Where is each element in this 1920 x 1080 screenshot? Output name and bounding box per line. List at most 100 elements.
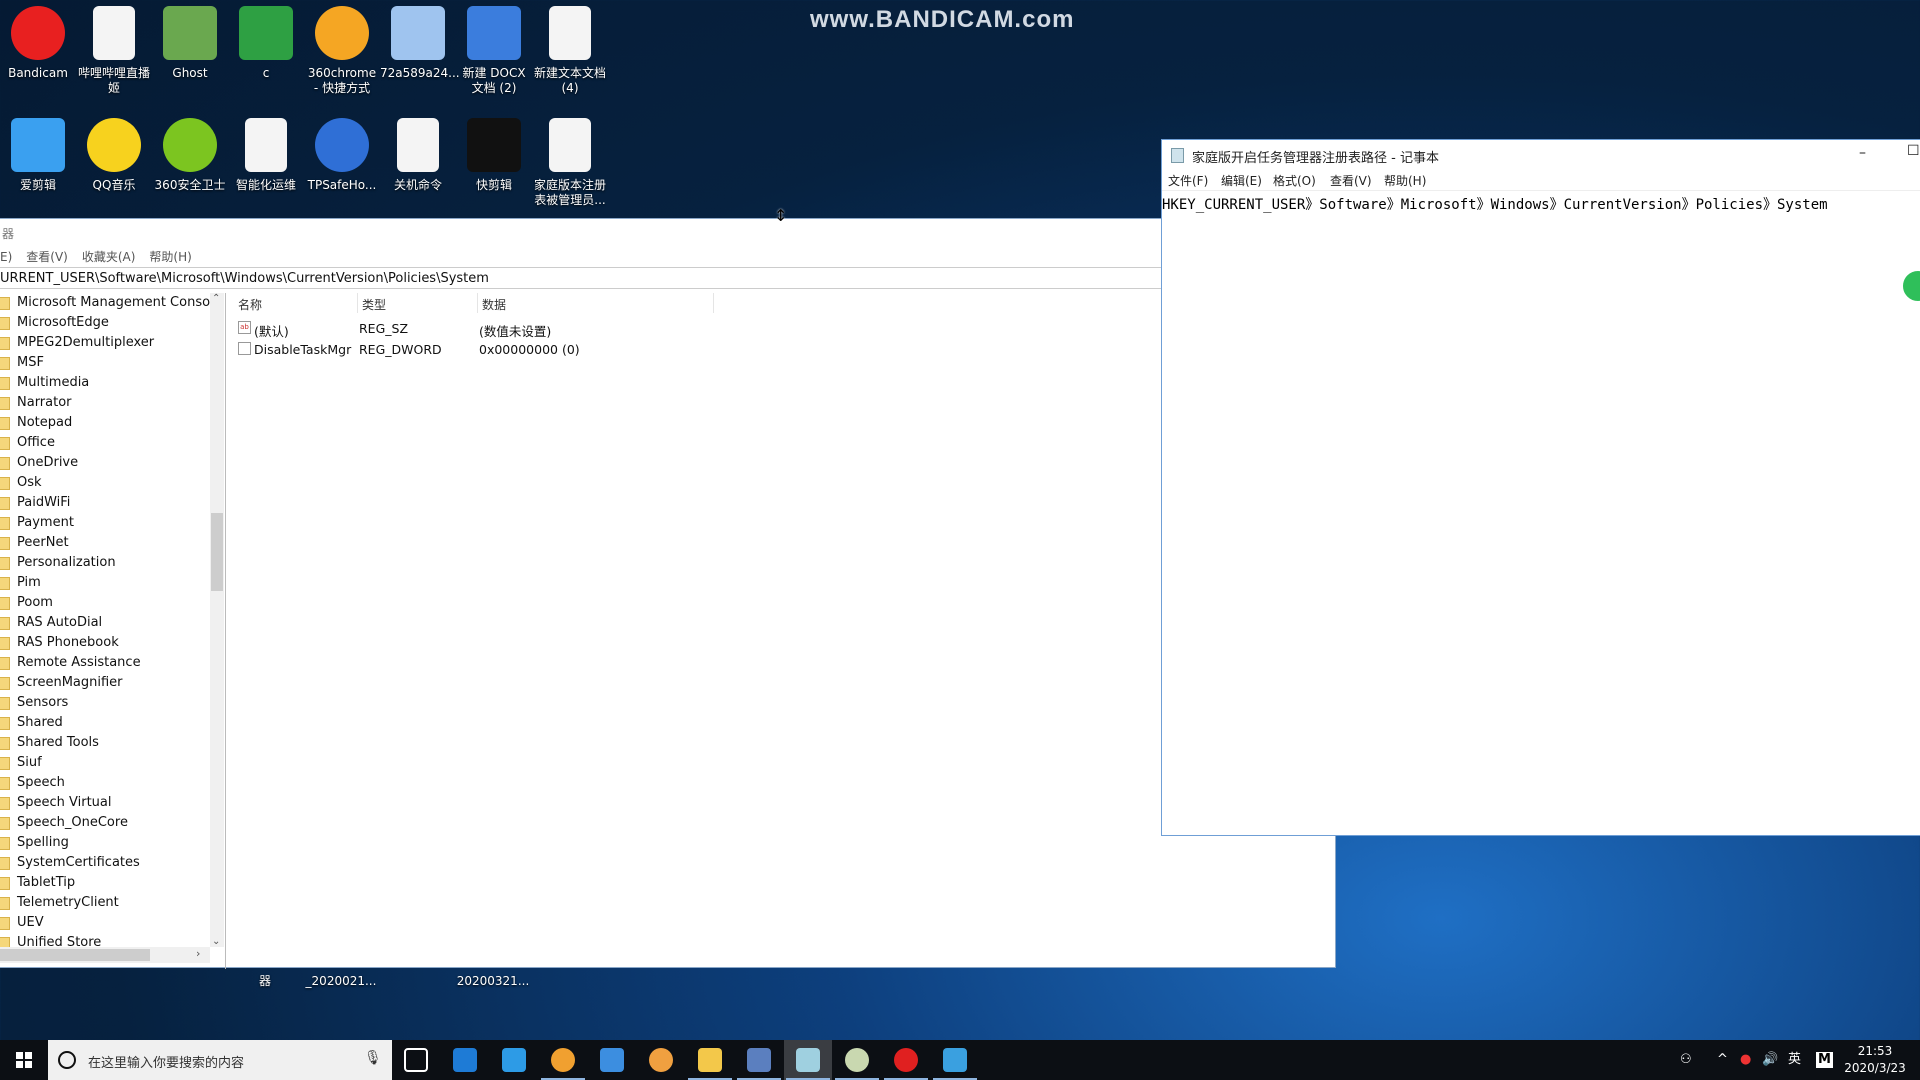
desktop-icon[interactable]: 360安全卫士 [152, 118, 228, 193]
tree-vertical-scrollbar[interactable]: ⌃ ⌄ [210, 293, 224, 947]
tree-key[interactable]: Siuf [0, 753, 42, 773]
tree-key[interactable]: MSF [0, 353, 44, 373]
taskbar-app-button[interactable] [784, 1040, 832, 1080]
input-language[interactable]: 英 [1788, 1040, 1801, 1080]
tree-key[interactable]: Shared [0, 713, 63, 733]
tree-key[interactable]: PeerNet [0, 533, 69, 553]
column-data[interactable]: 数据 [478, 293, 714, 313]
desktop-icon[interactable]: 智能化运维 [228, 118, 304, 193]
desktop-icon[interactable]: 新建 DOCX 文档 (2) [456, 6, 532, 96]
tree-key[interactable]: TelemetryClient [0, 893, 119, 913]
scroll-thumb[interactable] [211, 513, 223, 591]
tree-key[interactable]: Notepad [0, 413, 72, 433]
address-bar[interactable]: URRENT_USER\Software\Microsoft\Windows\C… [0, 267, 1335, 289]
ime-mode[interactable]: M [1816, 1052, 1833, 1068]
microphone-icon[interactable]: 🎙 [364, 1050, 382, 1066]
taskbar-app-button[interactable] [735, 1040, 783, 1080]
menu-help[interactable]: 帮助(H) [149, 250, 191, 264]
qq-tray-icon[interactable]: ● [1740, 1040, 1751, 1080]
tree-key[interactable]: Speech Virtual [0, 793, 112, 813]
scroll-thumb[interactable] [0, 949, 150, 961]
tree-key[interactable]: ScreenMagnifier [0, 673, 123, 693]
tree-key[interactable]: Office [0, 433, 55, 453]
tree-key[interactable]: SystemCertificates [0, 853, 140, 873]
desktop-icon[interactable]: Bandicam [0, 6, 76, 81]
desktop-icon[interactable]: 关机命令 [380, 118, 456, 193]
tree-key[interactable]: MPEG2Demultiplexer [0, 333, 154, 353]
desktop-icon[interactable]: c [228, 6, 304, 81]
desktop-icon[interactable]: 新建文本文档 (4) [532, 6, 608, 96]
menu-help[interactable]: 帮助(H) [1384, 172, 1426, 189]
desktop-icon[interactable]: 72a589a24... [380, 6, 460, 81]
maximize-button[interactable]: ☐ [1907, 143, 1920, 159]
tree-key[interactable]: Microsoft Management Console [0, 293, 222, 313]
minimize-button[interactable]: – [1859, 145, 1866, 161]
menu-edit[interactable]: E) [0, 250, 12, 264]
tpsafehome-icon [315, 118, 369, 172]
people-icon[interactable]: ⚇ [1680, 1040, 1692, 1080]
tree-key[interactable]: Shared Tools [0, 733, 99, 753]
scroll-down-icon[interactable]: ⌄ [212, 936, 220, 947]
tree-key[interactable]: Narrator [0, 393, 72, 413]
column-type[interactable]: 类型 [358, 293, 478, 313]
tree-key[interactable]: Pim [0, 573, 41, 593]
tree-key[interactable]: PaidWiFi [0, 493, 70, 513]
tree-key[interactable]: Personalization [0, 553, 116, 573]
tree-key[interactable]: Remote Assistance [0, 653, 141, 673]
desktop-icon[interactable]: Ghost [152, 6, 228, 81]
desktop-icon[interactable]: TPSafeHo... [304, 118, 380, 193]
desktop-icon-label[interactable]: 器 [227, 974, 303, 989]
menu-favorites[interactable]: 收藏夹(A) [82, 250, 136, 264]
scroll-up-icon[interactable]: ⌃ [212, 293, 220, 304]
desktop-icon[interactable]: 家庭版本注册表被管理员... [532, 118, 608, 208]
start-button[interactable] [0, 1040, 48, 1080]
desktop-icon[interactable]: 快剪辑 [456, 118, 532, 193]
tree-key[interactable]: Payment [0, 513, 74, 533]
desktop-icon[interactable]: 360chrome - 快捷方式 [304, 6, 380, 96]
search-box[interactable]: 在这里输入你要搜索的内容 🎙 [48, 1040, 392, 1080]
taskbar-app-button[interactable] [833, 1040, 881, 1080]
tree-key[interactable]: TabletTip [0, 873, 75, 893]
desktop-icon-label[interactable]: _2020021... [303, 974, 379, 989]
tree-key[interactable]: Speech [0, 773, 65, 793]
show-hidden-icons-button[interactable]: ^ [1717, 1040, 1728, 1080]
tree-key[interactable]: Poom [0, 593, 53, 613]
taskbar-app-button[interactable] [686, 1040, 734, 1080]
tree-key[interactable]: Sensors [0, 693, 68, 713]
taskbar-app-button[interactable] [392, 1040, 440, 1080]
menu-view[interactable]: 查看(V) [26, 250, 68, 264]
desktop-icon[interactable]: 哔哩哔哩直播姬 [76, 6, 152, 96]
tree-horizontal-scrollbar[interactable]: › [0, 947, 210, 963]
desktop-icon[interactable]: QQ音乐 [76, 118, 152, 193]
value-row[interactable]: DisableTaskMgr REG_DWORD 0x00000000 (0) [232, 338, 832, 358]
value-row[interactable]: ab (默认) REG_SZ (数值未设置) [232, 317, 832, 339]
tree-key[interactable]: MicrosoftEdge [0, 313, 109, 333]
desktop-icon[interactable]: 爱剪辑 [0, 118, 76, 193]
tree-key[interactable]: OneDrive [0, 453, 78, 473]
scroll-right-icon[interactable]: › [196, 947, 200, 960]
taskbar-app-button[interactable] [637, 1040, 685, 1080]
search-input[interactable]: 在这里输入你要搜索的内容 [88, 1052, 244, 1071]
tree-key[interactable]: UEV [0, 913, 44, 933]
taskbar-app-button[interactable] [490, 1040, 538, 1080]
taskbar-app-button[interactable] [882, 1040, 930, 1080]
text-editor[interactable]: HKEY_CURRENT_USER》Software》Microsoft》Win… [1162, 190, 1920, 214]
menu-view[interactable]: 查看(V) [1330, 172, 1372, 189]
menu-edit[interactable]: 编辑(E) [1221, 172, 1262, 189]
clock[interactable]: 21:53 2020/3/23 [1840, 1043, 1910, 1077]
menu-file[interactable]: 文件(F) [1168, 172, 1208, 189]
taskbar-app-button[interactable] [539, 1040, 587, 1080]
taskbar-app-button[interactable] [931, 1040, 979, 1080]
menu-format[interactable]: 格式(O) [1273, 172, 1316, 189]
tree-key[interactable]: Speech_OneCore [0, 813, 128, 833]
tree-key[interactable]: Spelling [0, 833, 69, 853]
volume-icon[interactable]: 🔊 [1762, 1040, 1778, 1080]
taskbar-app-button[interactable] [441, 1040, 489, 1080]
tree-key[interactable]: Osk [0, 473, 42, 493]
desktop-icon-label[interactable]: 20200321... [455, 974, 531, 989]
tree-key[interactable]: RAS Phonebook [0, 633, 119, 653]
tree-key[interactable]: Multimedia [0, 373, 89, 393]
tree-key[interactable]: RAS AutoDial [0, 613, 102, 633]
taskbar-app-button[interactable] [588, 1040, 636, 1080]
column-name[interactable]: 名称 [238, 293, 358, 313]
